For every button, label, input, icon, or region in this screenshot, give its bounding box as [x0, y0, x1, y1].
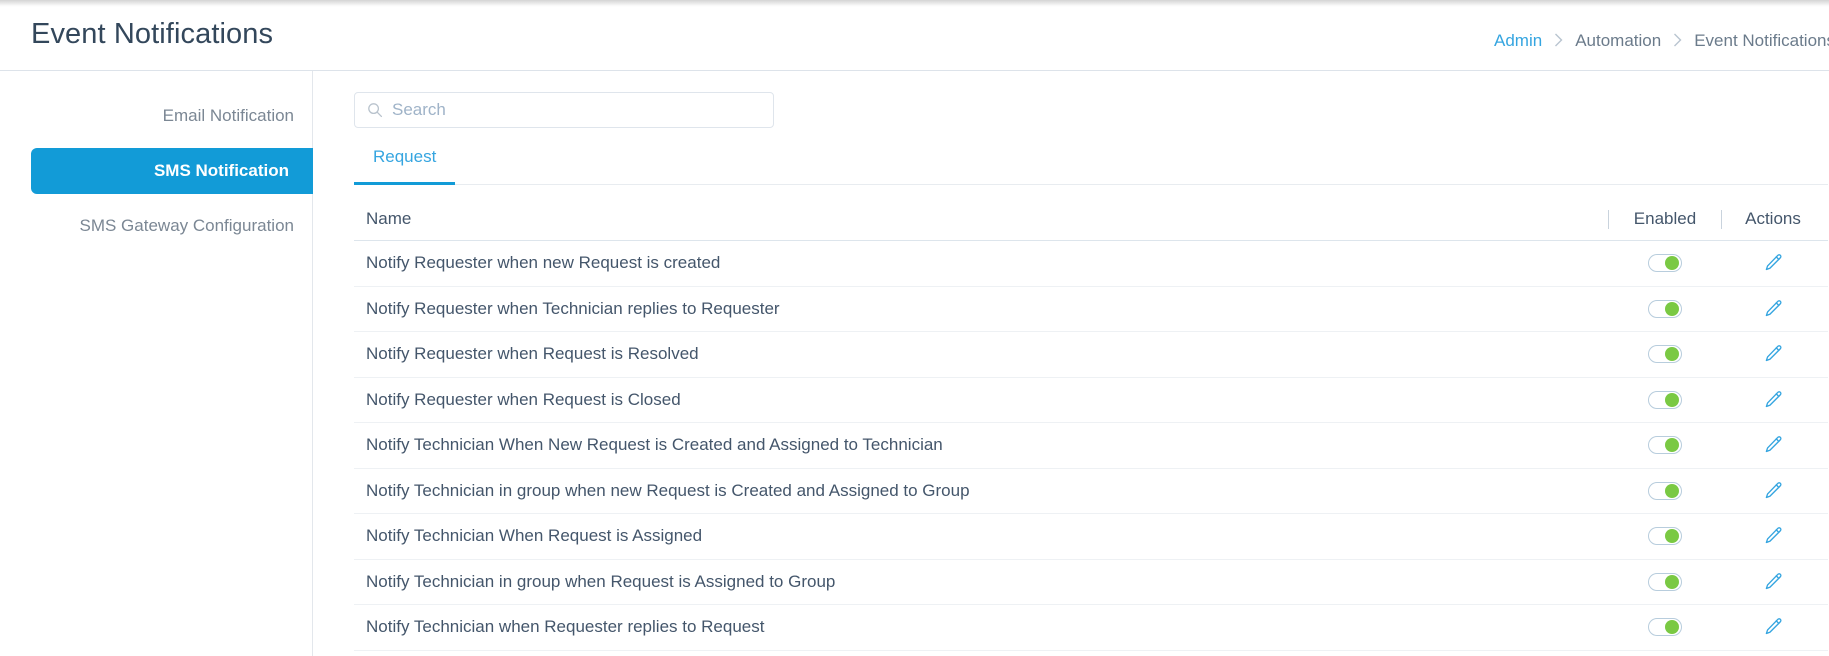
notifications-table: Name Enabled Actions Notify Requester wh… [354, 198, 1828, 651]
row-name: Notify Requester when Technician replies… [366, 298, 780, 318]
enabled-toggle[interactable] [1648, 345, 1682, 364]
enabled-toggle[interactable] [1648, 254, 1682, 273]
main-content: Request Name Enabled Actions Notify Requ… [313, 71, 1829, 656]
enabled-toggle[interactable] [1648, 572, 1682, 591]
chevron-right-icon [1553, 32, 1564, 48]
table-row[interactable]: Notify Technician When New Request is Cr… [354, 423, 1828, 469]
enabled-toggle[interactable] [1648, 299, 1682, 318]
table-row[interactable]: Notify Requester when Request is Closed [354, 378, 1828, 423]
row-enabled-cell [1609, 527, 1721, 546]
sidebar-item-sms-notification[interactable]: SMS Notification [31, 148, 313, 194]
toggle-knob [1665, 301, 1679, 316]
page-title: Event Notifications [31, 17, 274, 50]
sidebar-item-label: SMS Gateway Configuration [79, 216, 295, 235]
table-row[interactable]: Notify Technician in group when new Requ… [354, 469, 1828, 514]
toggle-knob [1665, 574, 1679, 589]
sidebar-item-label: Email Notification [162, 106, 294, 125]
row-name: Notify Requester when Request is Closed [366, 389, 681, 409]
enabled-toggle[interactable] [1648, 436, 1682, 455]
row-actions-cell [1722, 616, 1828, 638]
row-enabled-cell [1609, 345, 1721, 364]
row-name: Notify Technician When New Request is Cr… [366, 435, 943, 455]
breadcrumb-item-event-notifications: Event Notifications [1694, 31, 1829, 50]
breadcrumb-item-admin[interactable]: Admin [1494, 31, 1542, 51]
enabled-toggle[interactable] [1648, 527, 1682, 546]
page-top-shade [0, 0, 1829, 7]
search-input[interactable] [392, 100, 761, 120]
pencil-edit-icon[interactable] [1762, 434, 1784, 456]
toggle-knob [1665, 438, 1679, 453]
table-header-row: Name Enabled Actions [354, 198, 1828, 241]
toggle-knob [1665, 620, 1679, 635]
row-actions-cell [1722, 298, 1828, 320]
toggle-knob [1665, 529, 1679, 544]
row-enabled-cell [1609, 481, 1721, 500]
row-enabled-cell [1609, 436, 1721, 455]
table-row[interactable]: Notify Requester when new Request is cre… [354, 241, 1828, 287]
pencil-edit-icon[interactable] [1762, 480, 1784, 502]
pencil-edit-icon[interactable] [1762, 343, 1784, 365]
pencil-edit-icon[interactable] [1762, 525, 1784, 547]
tab-bar: Request [354, 148, 1828, 185]
pencil-edit-icon[interactable] [1762, 389, 1784, 411]
page-body: Email Notification SMS Notification SMS … [0, 71, 1829, 656]
row-name: Notify Requester when Request is Resolve… [366, 344, 699, 364]
table-row[interactable]: Notify Technician When Request is Assign… [354, 514, 1828, 560]
breadcrumb: Admin Automation Event Notifications [1494, 19, 1829, 51]
sidebar-item-label: SMS Notification [153, 161, 289, 180]
row-name: Notify Technician When Request is Assign… [366, 526, 703, 546]
table-row[interactable]: Notify Technician in group when Request … [354, 560, 1828, 605]
pencil-edit-icon[interactable] [1762, 571, 1784, 593]
column-header-name: Name [366, 209, 412, 228]
table-row[interactable]: Notify Requester when Request is Resolve… [354, 332, 1828, 378]
enabled-toggle[interactable] [1648, 390, 1682, 409]
row-actions-cell [1722, 434, 1828, 456]
table-row[interactable]: Notify Technician when Requester replies… [354, 605, 1828, 651]
pencil-edit-icon[interactable] [1762, 252, 1784, 274]
sidebar-item-email-notification[interactable]: Email Notification [0, 94, 312, 138]
row-enabled-cell [1609, 618, 1721, 637]
search-box[interactable] [354, 92, 774, 128]
row-enabled-cell [1609, 254, 1721, 273]
event-notifications-page: Event Notifications Admin Automation Eve… [0, 0, 1829, 656]
pencil-edit-icon[interactable] [1762, 616, 1784, 638]
row-name: Notify Technician in group when Request … [366, 571, 836, 591]
tab-request[interactable]: Request [354, 147, 456, 185]
row-name: Notify Technician when Requester replies… [366, 617, 765, 637]
breadcrumb-item-automation[interactable]: Automation [1575, 31, 1661, 51]
table-row[interactable]: Notify Requester when Technician replies… [354, 287, 1828, 332]
column-header-enabled: Enabled [1633, 209, 1697, 228]
enabled-toggle[interactable] [1648, 481, 1682, 500]
row-enabled-cell [1609, 572, 1721, 591]
tab-label: Request [373, 147, 437, 166]
row-actions-cell [1722, 343, 1828, 365]
row-name: Notify Requester when new Request is cre… [366, 253, 721, 273]
row-actions-cell [1722, 389, 1828, 411]
row-actions-cell [1722, 480, 1828, 502]
chevron-right-icon [1672, 32, 1683, 48]
row-enabled-cell [1609, 299, 1721, 318]
enabled-toggle[interactable] [1648, 618, 1682, 637]
toggle-knob [1665, 392, 1679, 407]
row-actions-cell [1722, 525, 1828, 547]
table-body: Notify Requester when new Request is cre… [354, 241, 1828, 651]
pencil-edit-icon[interactable] [1762, 298, 1784, 320]
page-header: Event Notifications Admin Automation Eve… [0, 0, 1829, 71]
row-actions-cell [1722, 252, 1828, 274]
row-name: Notify Technician in group when new Requ… [366, 480, 970, 500]
search-icon [367, 102, 383, 118]
row-actions-cell [1722, 571, 1828, 593]
toggle-knob [1665, 347, 1679, 362]
toggle-knob [1665, 256, 1679, 271]
settings-sidebar: Email Notification SMS Notification SMS … [0, 71, 313, 656]
column-header-actions: Actions [1745, 209, 1801, 228]
sidebar-item-sms-gateway-configuration[interactable]: SMS Gateway Configuration [0, 204, 312, 248]
toggle-knob [1665, 483, 1679, 498]
row-enabled-cell [1609, 390, 1721, 409]
